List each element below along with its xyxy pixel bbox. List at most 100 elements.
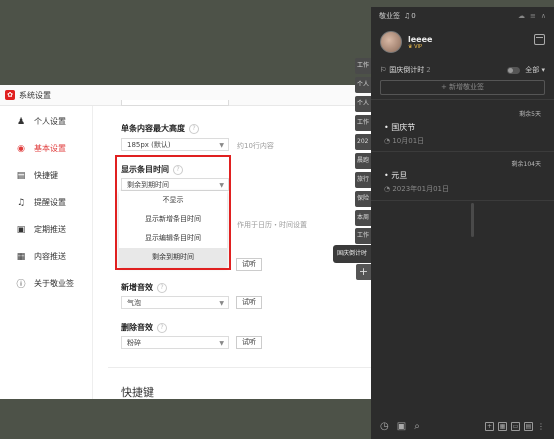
search-icon[interactable]: ⌕ xyxy=(414,421,420,432)
note-panel: 敬业签 ♫ 0 ☁ ≡ ∧ leeee ♛ VIP ⚐ 国庆倒计时 2 全部 ▾… xyxy=(371,7,554,439)
add-category-button[interactable]: + xyxy=(356,264,371,280)
event-date-text: 10月01日 xyxy=(392,137,425,145)
listen-label: 试听 xyxy=(242,298,256,306)
category-tab[interactable]: 工作 xyxy=(355,228,371,244)
nav-item-shortcut[interactable]: ▤ 快捷键 xyxy=(0,162,92,189)
delete-sound-select[interactable]: 粉碎 ▼ xyxy=(121,336,229,349)
new-sound-value: 气泡 xyxy=(127,299,141,307)
scrollbar[interactable] xyxy=(471,203,474,237)
category-tab[interactable]: 工作 xyxy=(355,58,371,74)
bell-icon[interactable]: ♫ xyxy=(404,12,410,20)
avatar[interactable] xyxy=(380,31,402,53)
event-date: ◔ 2023年01月01日 xyxy=(384,185,449,193)
add-icon[interactable]: + xyxy=(485,421,494,431)
section-shortcut-title: 快捷键 xyxy=(121,386,154,399)
theme-select-partial[interactable] xyxy=(121,100,229,106)
category-tab[interactable]: 个人 xyxy=(355,96,371,112)
event-title: • 国庆节 xyxy=(384,123,416,132)
category-tab-active[interactable]: 国庆倒计时 xyxy=(333,245,371,263)
max-height-value: 185px (默认) xyxy=(127,141,171,149)
nav-item-content-push[interactable]: ▦ 内容推送 xyxy=(0,243,92,270)
nav-item-about[interactable]: ⓘ 关于敬业签 xyxy=(0,270,92,297)
target-icon: ◉ xyxy=(17,143,25,154)
nav-label: 提醒设置 xyxy=(34,198,66,207)
nav-item-personal[interactable]: ♟ 个人设置 xyxy=(0,108,92,135)
listen-button-hidden[interactable]: 试听 xyxy=(236,258,262,271)
nav-item-basic[interactable]: ◉ 基本设置 xyxy=(0,135,92,162)
calendar-icon: ▣ xyxy=(16,224,26,235)
list-toggle[interactable] xyxy=(507,66,521,74)
settings-title: 系统设置 xyxy=(19,90,51,100)
nav-label: 个人设置 xyxy=(34,117,66,126)
help-icon[interactable]: ? xyxy=(189,123,199,134)
menu-icon[interactable]: ≡ xyxy=(530,12,536,20)
event-title: • 元旦 xyxy=(384,171,408,180)
delete-sound-listen-button[interactable]: 试听 xyxy=(236,336,262,349)
category-tab[interactable]: 个人 xyxy=(355,77,371,93)
chevron-down-icon: ▼ xyxy=(219,142,224,149)
max-height-hint: 约10行内容 xyxy=(237,142,274,150)
chevron-down-icon: ▼ xyxy=(219,340,224,347)
category-tab[interactable]: 工作 xyxy=(355,115,371,131)
panel-app-name: 敬业签 xyxy=(379,12,400,20)
calendar-icon[interactable] xyxy=(534,34,545,45)
profile[interactable]: leeee ♛ VIP xyxy=(380,31,432,53)
app-logo-icon: ✿ xyxy=(5,90,15,100)
vip-label: VIP xyxy=(414,43,422,50)
more-icon[interactable]: ⋮ xyxy=(537,422,545,431)
category-tab[interactable]: 本周 xyxy=(355,210,371,226)
list-count: 2 xyxy=(426,66,431,74)
person-icon: ♟ xyxy=(16,116,26,127)
image-icon[interactable]: ▦ xyxy=(498,421,507,431)
delete-sound-label: 删除音效 ? xyxy=(121,322,167,333)
nav-item-scheduled-push[interactable]: ▣ 定期推送 xyxy=(0,216,92,243)
nav-item-reminder[interactable]: ♫ 提醒设置 xyxy=(0,189,92,216)
cloud-icon[interactable]: ☁ xyxy=(518,12,525,20)
event-date-text: 2023年01月01日 xyxy=(392,185,449,193)
help-icon[interactable]: ? xyxy=(157,322,167,333)
help-icon[interactable]: ? xyxy=(157,282,167,293)
highlight-frame xyxy=(115,155,231,270)
document-icon[interactable]: ▤ xyxy=(524,421,533,431)
category-tab[interactable]: 晨跑 xyxy=(355,153,371,169)
event-title-text: 国庆节 xyxy=(391,123,416,132)
category-tab[interactable]: 旅行 xyxy=(355,172,371,188)
new-sound-listen-button[interactable]: 试听 xyxy=(236,296,262,309)
max-height-label: 单条内容最大高度 ? xyxy=(121,123,199,134)
chevron-down-icon: ▼ xyxy=(219,300,224,307)
nav-label: 内容推送 xyxy=(34,252,66,261)
delete-sound-value: 粉碎 xyxy=(127,339,141,347)
new-sound-label-text: 新增音效 xyxy=(121,283,153,292)
calendar-time-hint: 作用于日历・时间设置 xyxy=(237,221,307,229)
new-sound-select[interactable]: 气泡 ▼ xyxy=(121,296,229,309)
category-tab[interactable]: 保险 xyxy=(355,191,371,207)
bell-icon: ♫ xyxy=(16,197,26,208)
listen-label: 试听 xyxy=(242,338,256,346)
max-height-label-text: 单条内容最大高度 xyxy=(121,124,185,133)
calendar-icon[interactable]: ▣ xyxy=(397,421,406,432)
clock-icon[interactable]: ◷ xyxy=(380,421,389,432)
panel-bottom-bar: ◷ ▣ ⌕ + ▦ ▭ ▤ ⋮ xyxy=(371,413,554,439)
export-icon[interactable]: ▭ xyxy=(511,421,520,431)
collapse-icon[interactable]: ∧ xyxy=(541,12,546,20)
username: leeee xyxy=(408,34,433,44)
panel-topbar: 敬业签 ♫ 0 ☁ ≡ ∧ xyxy=(371,7,554,25)
listen-label: 试听 xyxy=(242,260,256,268)
list-icon: ▦ xyxy=(16,251,26,262)
add-note-input[interactable]: + 新增敬业签 xyxy=(380,80,545,95)
divider xyxy=(371,151,554,152)
filter-dropdown[interactable]: 全部 ▾ xyxy=(525,65,545,75)
list-title: 国庆倒计时 xyxy=(389,66,425,74)
keyboard-icon: ▤ xyxy=(16,170,26,181)
nav-label: 关于敬业签 xyxy=(34,279,74,288)
info-icon: ⓘ xyxy=(16,280,26,290)
max-height-select[interactable]: 185px (默认) ▼ xyxy=(121,138,229,151)
nav-label: 基本设置 xyxy=(34,144,66,153)
bell-count: 0 xyxy=(411,12,416,20)
nav-label: 快捷键 xyxy=(34,171,58,180)
category-tab[interactable]: 202 xyxy=(355,134,371,150)
event-remaining: 剩余104天 xyxy=(511,161,541,168)
bookmark-icon: ⚐ xyxy=(380,66,387,74)
divider xyxy=(371,99,554,100)
new-sound-label: 新增音效 ? xyxy=(121,282,167,293)
